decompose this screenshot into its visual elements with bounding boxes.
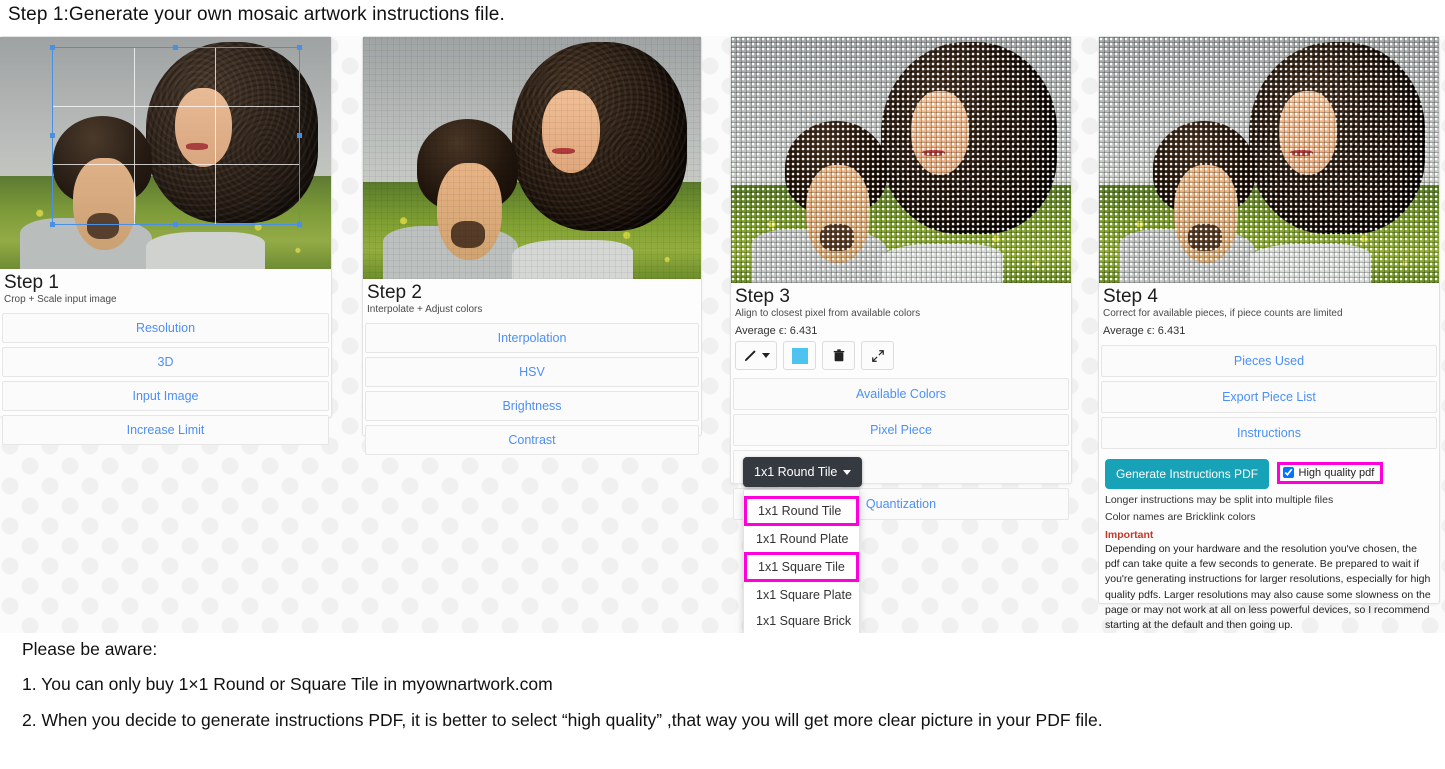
resize-button[interactable] [861, 341, 894, 370]
resize-arrows-icon [871, 349, 884, 362]
bottom-note-2: 2. When you decide to generate instructi… [22, 710, 1103, 730]
high-quality-pdf-label: High quality pdf [1298, 466, 1375, 479]
step-4-title: Step 4 [1103, 286, 1158, 307]
resolution-button[interactable]: Resolution [2, 313, 329, 343]
dropdown-option-1x1-square-plate[interactable]: 1x1 Square Plate [744, 582, 859, 608]
hsv-button[interactable]: HSV [365, 357, 699, 387]
instructions-button[interactable]: Instructions [1101, 417, 1437, 449]
bottom-note-1: 1. You can only buy 1×1 Round or Square … [22, 674, 553, 694]
crop-handle[interactable] [173, 45, 178, 50]
crop-handle[interactable] [50, 45, 55, 50]
crop-handle[interactable] [297, 133, 302, 138]
chevron-down-icon [761, 353, 770, 358]
crop-handle[interactable] [50, 222, 55, 227]
export-piece-list-button[interactable]: Export Piece List [1101, 381, 1437, 413]
dropdown-option-1x1-square-tile[interactable]: 1x1 Square Tile [744, 552, 859, 582]
step-3-title: Step 3 [735, 286, 790, 307]
input-image-button[interactable]: Input Image [2, 381, 329, 411]
important-label: Important [1105, 529, 1154, 541]
pixel-piece-selected-value: 1x1 Round Tile [754, 465, 838, 479]
app-region: Step 1 Crop + Scale input image Resoluti… [0, 36, 1445, 633]
step-3-toolbar [735, 341, 1071, 370]
step-1-panel: Step 1 Crop + Scale input image Resoluti… [0, 36, 332, 445]
step-4-panel: Step 4 Correct for available pieces, if … [1098, 36, 1440, 631]
bottom-notes: Please be aware: 1. You can only buy 1×1… [0, 633, 1445, 769]
pencil-tool-button[interactable] [735, 341, 777, 370]
step-3-panel: Step 3 Align to closest pixel from avail… [730, 36, 1072, 633]
crop-handle[interactable] [297, 222, 302, 227]
high-quality-pdf-checkbox[interactable] [1282, 467, 1294, 478]
crop-selection[interactable] [50, 45, 302, 227]
increase-limit-button[interactable]: Increase Limit [2, 415, 329, 445]
important-body: Depending on your hardware and the resol… [1105, 543, 1431, 632]
dropdown-option-1x1-round-tile[interactable]: 1x1 Round Tile [744, 496, 859, 526]
trash-icon [833, 349, 844, 362]
color-swatch-button[interactable] [783, 341, 816, 370]
pencil-icon [744, 350, 756, 362]
color-swatch-icon [791, 347, 808, 364]
step-4-average-epsilon: Average ϵ: 6.431 [1103, 325, 1186, 337]
page-title: Step 1:Generate your own mosaic artwork … [8, 4, 505, 25]
bricklink-colors-note: Color names are Bricklink colors [1105, 511, 1256, 523]
interpolation-button[interactable]: Interpolation [365, 323, 699, 353]
step-4-image[interactable] [1099, 37, 1439, 283]
high-quality-pdf-row[interactable]: High quality pdf [1276, 461, 1384, 484]
split-files-note: Longer instructions may be split into mu… [1105, 494, 1334, 506]
pixel-piece-dropdown-menu: 1x1 Round Tile 1x1 Round Plate 1x1 Squar… [743, 489, 860, 633]
step-1-image[interactable] [0, 37, 331, 269]
step-1-subtitle: Crop + Scale input image [4, 294, 117, 305]
step-2-image[interactable] [363, 37, 701, 279]
step-2-title: Step 2 [367, 282, 422, 303]
pixel-piece-button[interactable]: Pixel Piece [733, 414, 1069, 446]
step-2-subtitle: Interpolate + Adjust colors [367, 304, 483, 315]
3d-button[interactable]: 3D [2, 347, 329, 377]
dropdown-option-1x1-round-plate[interactable]: 1x1 Round Plate [744, 526, 859, 552]
step-2-panel: Step 2 Interpolate + Adjust colors Inter… [362, 36, 702, 455]
step-4-actions: Pieces Used Export Piece List Instructio… [1101, 345, 1437, 449]
step-3-average-epsilon: Average ϵ: 6.431 [735, 325, 818, 337]
pixel-piece-dropdown-toggle[interactable]: 1x1 Round Tile [743, 457, 863, 487]
step-3-subtitle: Align to closest pixel from available co… [735, 308, 921, 319]
contrast-button[interactable]: Contrast [365, 425, 699, 455]
available-colors-button[interactable]: Available Colors [733, 378, 1069, 410]
step-2-actions: Interpolation HSV Brightness Contrast [365, 323, 699, 455]
delete-button[interactable] [822, 341, 855, 370]
crop-handle[interactable] [173, 222, 178, 227]
step-1-actions: Resolution 3D Input Image Increase Limit [2, 313, 329, 445]
generate-instructions-pdf-button[interactable]: Generate Instructions PDF [1105, 459, 1270, 489]
step-1-title: Step 1 [4, 272, 59, 293]
brightness-button[interactable]: Brightness [365, 391, 699, 421]
crop-handle[interactable] [297, 45, 302, 50]
step-3-image[interactable] [731, 37, 1071, 283]
pieces-used-button[interactable]: Pieces Used [1101, 345, 1437, 377]
dropdown-option-1x1-square-brick[interactable]: 1x1 Square Brick [744, 608, 859, 633]
bottom-note-heading: Please be aware: [22, 639, 158, 659]
crop-handle[interactable] [50, 133, 55, 138]
step-4-subtitle: Correct for available pieces, if piece c… [1103, 308, 1343, 319]
chevron-down-icon [843, 469, 852, 475]
